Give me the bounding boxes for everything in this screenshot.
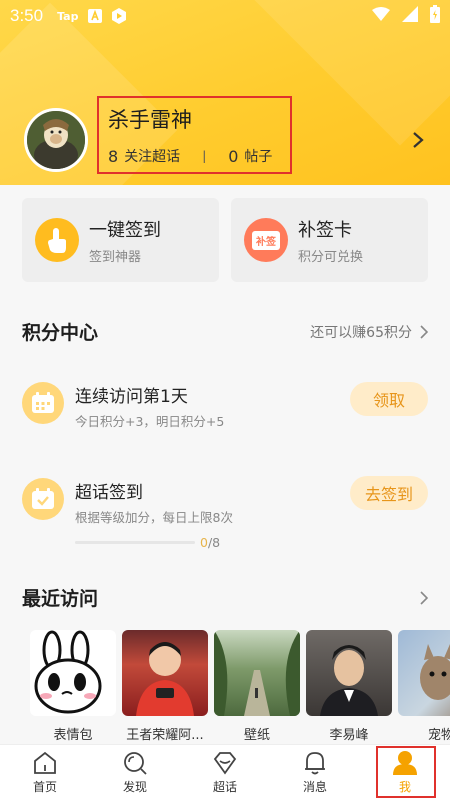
chevron-right-icon xyxy=(420,590,428,605)
recent-item-honor-of-kings[interactable]: 王者荣耀阿... xyxy=(122,630,208,746)
makeup-card-title: 补签卡 xyxy=(298,219,352,241)
recent-item-emoji[interactable]: 表情包 xyxy=(30,630,116,746)
progress-track xyxy=(75,541,195,544)
progress-value: 0/8 xyxy=(200,535,220,550)
checkin-task-title: 超话签到 xyxy=(75,483,143,503)
home-icon xyxy=(34,751,56,774)
stats-divider: | xyxy=(202,149,207,163)
chevron-right-icon[interactable] xyxy=(412,130,424,155)
makeup-card-icon: 补签 xyxy=(244,218,288,262)
checkin-task-subtitle: 根据等级加分，每日上限8次 xyxy=(75,510,233,525)
one-click-checkin-card[interactable]: 一键签到 签到神器 xyxy=(22,198,219,282)
discover-icon xyxy=(124,751,147,775)
recent-item-label: 表情包 xyxy=(53,728,93,743)
emoji-thumbnail[interactable] xyxy=(30,630,116,716)
wallpaper-thumbnail[interactable] xyxy=(214,630,300,716)
pets-thumbnail[interactable] xyxy=(398,630,450,716)
honor-of-kings-thumbnail[interactable] xyxy=(122,630,208,716)
wifi-icon xyxy=(372,6,390,26)
chevron-right-icon xyxy=(420,324,428,339)
recent-item-li-yifeng[interactable]: 李易峰 xyxy=(306,630,392,746)
checkin-progress: 0/8 xyxy=(75,535,233,550)
checkin-card-subtitle: 签到神器 xyxy=(89,249,142,265)
post-count[interactable]: 0 xyxy=(228,147,238,166)
claim-button[interactable]: 领取 xyxy=(350,382,428,416)
recent-item-label: 李易峰 xyxy=(329,728,369,743)
tab-label: 发现 xyxy=(122,779,147,794)
consecutive-visit-task: 连续访问第1天 今日积分+3，明日积分+5 领取 xyxy=(22,382,428,430)
makeup-card-subtitle: 积分可兑换 xyxy=(298,249,364,265)
tab-label: 首页 xyxy=(32,779,57,794)
recent-visits-title: 最近访问 xyxy=(22,588,99,610)
recent-item-label: 王者荣耀阿... xyxy=(126,728,204,743)
recent-visits-list: 表情包 王者荣耀阿... 壁纸 李易峰 宠物 xyxy=(30,630,450,746)
follow-label[interactable]: 关注超话 xyxy=(124,146,180,166)
tap-icon: Tap xyxy=(57,9,79,23)
status-time: 3:50 xyxy=(10,6,44,25)
play-icon xyxy=(112,8,127,24)
recent-item-pets[interactable]: 宠物 xyxy=(398,630,450,746)
makeup-card[interactable]: 补签 补签卡 积分可兑换 xyxy=(231,198,428,282)
tab-home[interactable]: 首页 xyxy=(0,745,90,799)
checkin-icon xyxy=(22,478,64,520)
diamond-icon xyxy=(213,751,237,775)
quick-actions: 一键签到 签到神器 补签 补签卡 积分可兑换 xyxy=(22,198,428,282)
tab-label: 我 xyxy=(398,779,411,794)
tab-supertopic[interactable]: 超话 xyxy=(180,745,270,799)
follow-count[interactable]: 8 xyxy=(108,147,118,166)
recent-visits-header: 最近访问 xyxy=(22,584,428,611)
progress-total: /8 xyxy=(207,535,221,550)
avatar[interactable] xyxy=(24,108,88,172)
tab-me[interactable]: 我 xyxy=(360,745,450,799)
visit-task-title: 连续访问第1天 xyxy=(75,387,188,407)
status-right-icons xyxy=(372,4,440,28)
tab-label: 超话 xyxy=(212,779,237,794)
finger-tap-icon xyxy=(35,218,79,262)
post-label[interactable]: 帖子 xyxy=(244,146,272,166)
points-center-header: 积分中心 还可以赚65积分 xyxy=(22,318,428,345)
makeup-card-icon-label: 补签 xyxy=(252,230,280,250)
supertopic-checkin-task: 超话签到 根据等级加分，每日上限8次 0/8 去签到 xyxy=(22,476,428,550)
signal-icon xyxy=(402,5,418,27)
points-center-title: 积分中心 xyxy=(22,322,99,344)
profile-section[interactable]: 杀手雷神 8 关注超话 | 0 帖子 xyxy=(24,96,424,174)
a-icon xyxy=(88,9,103,23)
recent-more-link[interactable] xyxy=(420,590,428,605)
earn-points-text[interactable]: 还可以赚65积分 xyxy=(310,322,412,342)
tab-discover[interactable]: 发现 xyxy=(90,745,180,799)
earn-points-link[interactable]: 还可以赚65积分 xyxy=(310,322,428,342)
recent-item-label: 壁纸 xyxy=(243,728,270,743)
bell-icon xyxy=(305,751,325,774)
recent-item-label: 宠物 xyxy=(427,728,450,743)
battery-icon xyxy=(430,4,440,28)
go-checkin-button[interactable]: 去签到 xyxy=(350,476,428,510)
tab-messages[interactable]: 消息 xyxy=(270,745,360,799)
status-bar: 3:50 Tap xyxy=(0,0,450,32)
checkin-card-title: 一键签到 xyxy=(89,219,161,241)
progress-current: 0 xyxy=(200,535,208,550)
tab-label: 消息 xyxy=(302,779,327,794)
profile-icon xyxy=(393,750,417,775)
username[interactable]: 杀手雷神 xyxy=(108,104,192,134)
li-yifeng-thumbnail[interactable] xyxy=(306,630,392,716)
recent-item-wallpaper[interactable]: 壁纸 xyxy=(214,630,300,746)
profile-stats: 8 关注超话 | 0 帖子 xyxy=(108,146,272,166)
visit-task-subtitle: 今日积分+3，明日积分+5 xyxy=(75,414,225,429)
calendar-icon xyxy=(22,382,64,424)
bottom-tab-bar: 首页 发现 超话 消息 我 xyxy=(0,744,450,799)
